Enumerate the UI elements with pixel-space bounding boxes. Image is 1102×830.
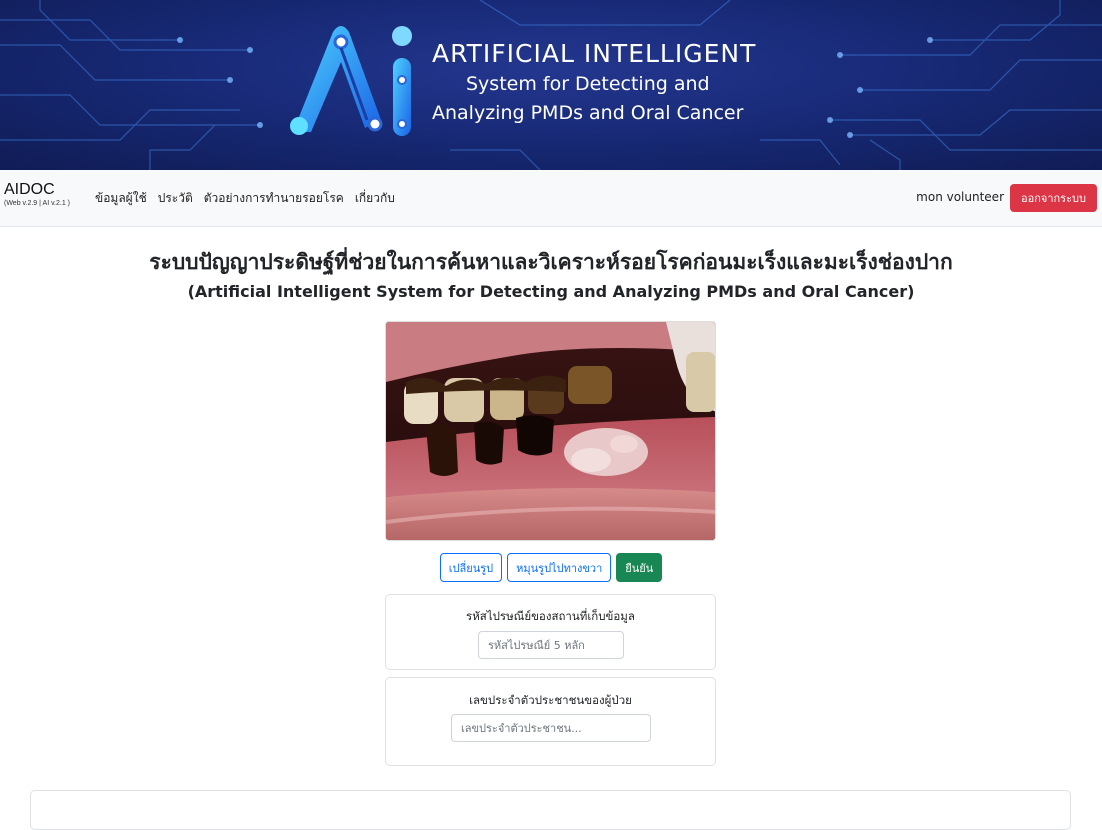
rotate-right-button[interactable]: หมุนรูปไปทางขวา [507,553,612,582]
citizen-id-card: เลขประจำตัวประชาชนของผู้ป่วย เลขประจำตัว… [385,677,716,766]
navbar: AIDOC (Web v.2.9 | AI v.2.1 ) ข้อมูลผู้ใ… [0,170,1102,227]
citizen-id-input[interactable]: เลขประจำตัวประชาชน... [451,714,651,742]
page-title-thai: ระบบปัญญาประดิษฐ์ที่ช่วยในการค้นหาและวิเ… [149,250,953,274]
postcode-input[interactable]: รหัสไปรษณีย์ 5 หลัก [478,631,624,659]
uploaded-oral-image [385,321,716,541]
banner-subtitle-line1: System for Detecting and [466,73,710,95]
page-title-english: (Artificial Intelligent System for Detec… [187,282,915,301]
nav-link-user-info[interactable]: ข้อมูลผู้ใช้ [95,189,147,208]
brand-name: AIDOC [4,181,55,198]
citizen-id-label: เลขประจำตัวประชาชนของผู้ป่วย [469,693,632,707]
nav-link-prediction-examples[interactable]: ตัวอย่างการทำนายรอยโรค [204,189,344,208]
ai-logo [290,26,412,136]
brand-version: (Web v.2.9 | AI v.2.1 ) [4,200,71,207]
banner-title: ARTIFICIAL INTELLIGENT [432,39,757,68]
postcode-label: รหัสไปรษณีย์ของสถานที่เก็บข้อมูล [466,609,635,623]
banner-subtitle-line2: Analyzing PMDs and Oral Cancer [432,102,744,124]
current-user: mon volunteer [916,190,1004,204]
brand[interactable]: AIDOC (Web v.2.9 | AI v.2.1 ) [4,181,70,209]
nav-link-about[interactable]: เกี่ยวกับ [355,189,395,208]
header-banner: ARTIFICIAL INTELLIGENT System for Detect… [0,0,1102,170]
logout-button[interactable]: ออกจากระบบ [1010,184,1097,212]
confirm-button[interactable]: ยืนยัน [616,553,663,582]
image-action-buttons: เปลี่ยนรูป หมุนรูปไปทางขวา ยืนยัน [0,553,1102,582]
nav-link-history[interactable]: ประวัติ [158,189,193,208]
info-box [30,790,1071,830]
nav-links: ข้อมูลผู้ใช้ ประวัติ ตัวอย่างการทำนายรอย… [95,189,395,208]
banner-text: ARTIFICIAL INTELLIGENT System for Detect… [432,38,772,128]
postcode-card: รหัสไปรษณีย์ของสถานที่เก็บข้อมูล รหัสไปร… [385,594,716,670]
change-image-button[interactable]: เปลี่ยนรูป [439,553,503,582]
